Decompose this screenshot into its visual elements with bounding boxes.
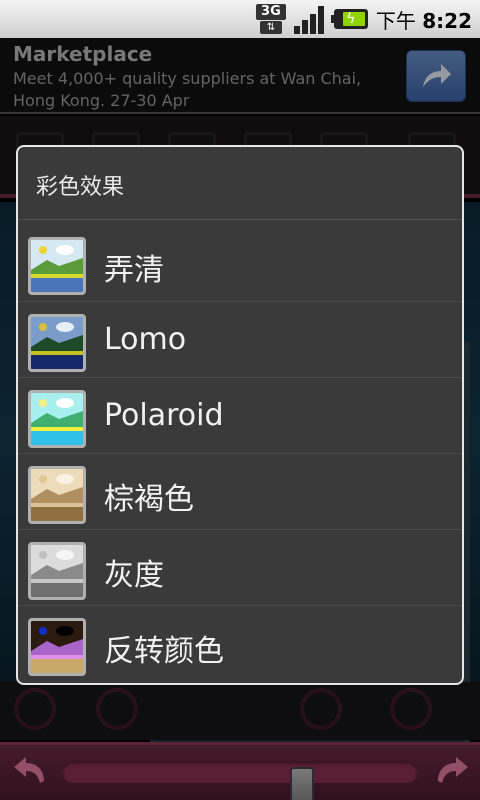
clarify-effect-icon <box>28 237 86 295</box>
battery-charging-icon: ϟ <box>330 9 368 29</box>
option-label: 灰度 <box>104 558 164 593</box>
sepia-effect-icon <box>28 466 86 524</box>
3g-network-icon: 3G ⇅ <box>255 4 286 34</box>
signal-strength-icon <box>293 4 326 34</box>
option-polaroid[interactable]: Polaroid <box>18 377 462 453</box>
clock: 下午 8:22 <box>375 8 472 33</box>
lomo-effect-icon <box>28 314 86 372</box>
status-bar: 3G ⇅ ϟ 下午 8:22 <box>0 0 480 38</box>
grayscale-effect-icon <box>28 542 86 600</box>
option-label: 棕褐色 <box>104 482 194 517</box>
dialog-title: 彩色效果 <box>36 175 125 200</box>
option-label: 弄清 <box>104 253 164 288</box>
option-label: 反转颜色 <box>104 634 224 669</box>
option-sepia[interactable]: 棕褐色 <box>18 453 462 529</box>
dialog-divider <box>18 219 462 220</box>
option-invert-colors[interactable]: 反转颜色 <box>18 605 462 681</box>
option-lomo[interactable]: Lomo <box>18 301 462 377</box>
option-label: Polaroid <box>104 398 224 433</box>
color-effects-dialog: 彩色效果 弄清 Lomo Polaroid 棕褐色 灰度 反转颜色 <box>16 145 464 685</box>
option-grayscale[interactable]: 灰度 <box>18 529 462 605</box>
option-label: Lomo <box>104 322 187 357</box>
polaroid-effect-icon <box>28 390 86 448</box>
invert-colors-effect-icon <box>28 618 86 676</box>
option-clarify[interactable]: 弄清 <box>18 225 462 301</box>
